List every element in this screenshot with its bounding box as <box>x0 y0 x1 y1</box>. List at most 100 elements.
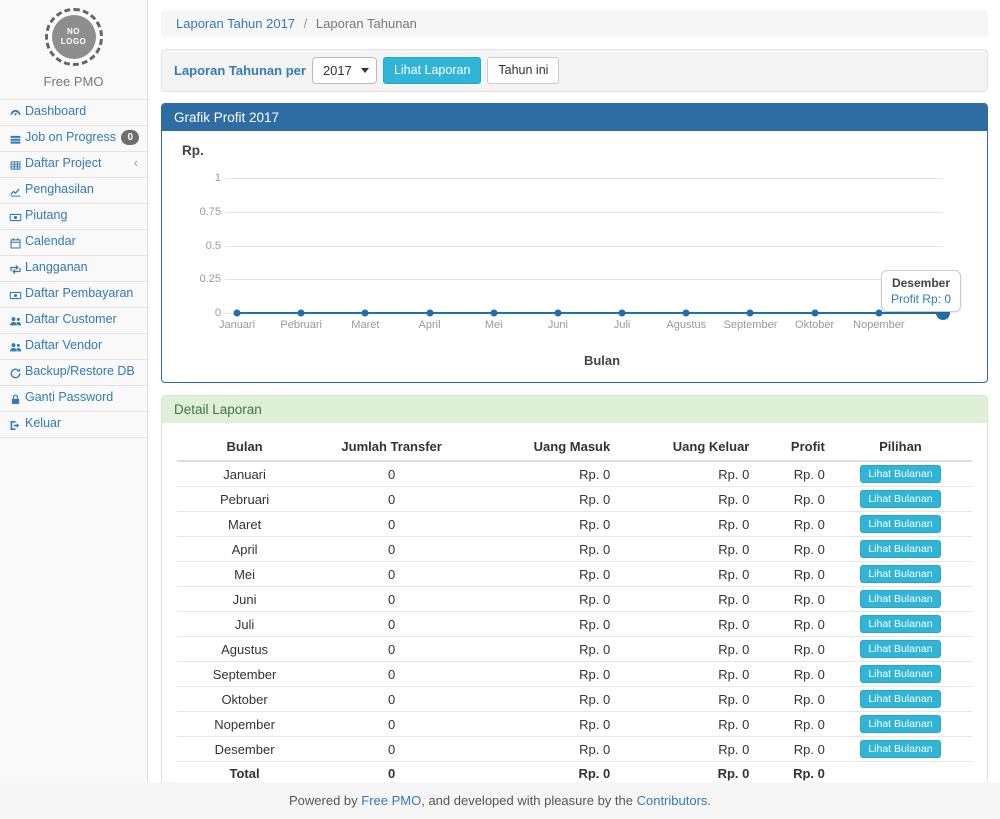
chart-panel-title: Grafik Profit 2017 <box>162 104 987 131</box>
sidebar-item-piutang[interactable]: Piutang <box>0 204 147 230</box>
tasks-icon <box>7 132 23 147</box>
logo-text-line2: LOGO <box>61 37 87 47</box>
cell-uang-masuk: Rp. 0 <box>471 737 614 762</box>
sidebar-item-keluar[interactable]: Keluar <box>0 412 147 438</box>
breadcrumb-link[interactable]: Laporan Tahun 2017 <box>176 16 295 31</box>
logo: NO LOGO Free PMO <box>0 0 147 89</box>
money-icon <box>7 210 23 225</box>
sidebar-item-label: Langganan <box>25 260 88 274</box>
lihat-bulanan-button[interactable]: Lihat Bulanan <box>860 515 940 533</box>
cell-uang-masuk: Rp. 0 <box>471 712 614 737</box>
sidebar-item-label: Job on Progress <box>25 130 116 144</box>
sidebar-item-ganti-password[interactable]: Ganti Password <box>0 386 147 412</box>
sidebar-item-langganan[interactable]: Langganan <box>0 256 147 282</box>
table-row: September0Rp. 0Rp. 0Rp. 0Lihat Bulanan <box>177 662 972 687</box>
chart-data-point-nopember <box>875 310 882 317</box>
chart-x-axis-label: Bulan <box>237 353 967 368</box>
chart-data-point-januari <box>234 310 241 317</box>
cell-jumlah-transfer: 0 <box>312 612 471 637</box>
sidebar-item-daftar-vendor[interactable]: Daftar Vendor <box>0 334 147 360</box>
chart-data-point-juli <box>619 310 626 317</box>
lock-icon <box>7 392 23 407</box>
lihat-bulanan-button[interactable]: Lihat Bulanan <box>860 590 940 608</box>
sidebar-item-dashboard[interactable]: Dashboard <box>0 100 147 126</box>
calendar-icon <box>7 236 23 251</box>
sidebar-item-penghasilan[interactable]: Penghasilan <box>0 178 147 204</box>
profit-chart: Rp. Desember Profit Rp: 0 00.250.50.751J… <box>162 131 987 382</box>
report-table: BulanJumlah TransferUang MasukUang Kelua… <box>177 433 972 786</box>
cell-uang-keluar: Rp. 0 <box>614 537 753 562</box>
cell-jumlah-transfer: 0 <box>312 662 471 687</box>
sidebar-item-label: Daftar Project <box>25 156 101 170</box>
report-header-row: BulanJumlah TransferUang MasukUang Kelua… <box>177 433 972 461</box>
cell-jumlah-transfer: 0 <box>312 637 471 662</box>
sidebar-item-daftar-customer[interactable]: Daftar Customer <box>0 308 147 334</box>
sidebar-item-backup-restore-db[interactable]: Backup/Restore DB <box>0 360 147 386</box>
column-header: Profit <box>753 433 829 461</box>
chart-xtick-label: Oktober <box>795 319 834 331</box>
cell-jumlah-transfer: 0 <box>312 587 471 612</box>
chart-xtick-label: Mei <box>485 319 503 331</box>
cell-uang-keluar: Rp. 0 <box>614 562 753 587</box>
lihat-bulanan-button[interactable]: Lihat Bulanan <box>860 740 940 758</box>
table-row: Juni0Rp. 0Rp. 0Rp. 0Lihat Bulanan <box>177 587 972 612</box>
lihat-bulanan-button[interactable]: Lihat Bulanan <box>860 565 940 583</box>
sidebar-item-daftar-project[interactable]: Daftar Project ‹ <box>0 152 147 178</box>
cell-bulan: Pebruari <box>177 487 312 512</box>
chart-gridline <box>225 246 943 247</box>
cell-profit: Rp. 0 <box>753 737 829 762</box>
lihat-bulanan-button[interactable]: Lihat Bulanan <box>860 640 940 658</box>
cell-uang-keluar: Rp. 0 <box>614 461 753 487</box>
sidebar-item-label: Backup/Restore DB <box>25 364 135 378</box>
app-logo: NO LOGO <box>45 8 103 66</box>
footer-contributors-link[interactable]: Contributors. <box>637 793 711 808</box>
cell-bulan: Mei <box>177 562 312 587</box>
cell-jumlah-transfer: 0 <box>312 562 471 587</box>
cell-profit: Rp. 0 <box>753 587 829 612</box>
lihat-bulanan-button[interactable]: Lihat Bulanan <box>860 490 940 508</box>
footer-app-link[interactable]: Free PMO <box>361 793 421 808</box>
chart-ytick-label: 0.75 <box>185 206 221 218</box>
breadcrumb: Laporan Tahun 2017 / Laporan Tahunan <box>161 10 988 37</box>
sidebar-item-job-on-progress[interactable]: Job on Progress0 <box>0 126 147 152</box>
table-row: Pebruari0Rp. 0Rp. 0Rp. 0Lihat Bulanan <box>177 487 972 512</box>
chart-y-axis-label: Rp. <box>182 143 967 158</box>
refresh-icon <box>7 366 23 381</box>
lihat-bulanan-button[interactable]: Lihat Bulanan <box>860 540 940 558</box>
cell-bulan: Agustus <box>177 637 312 662</box>
lihat-bulanan-button[interactable]: Lihat Bulanan <box>860 690 940 708</box>
sidebar-item-label: Keluar <box>25 416 61 430</box>
chevron-left-icon: ‹ <box>134 155 138 170</box>
year-select[interactable]: 2017 <box>312 57 377 84</box>
cell-uang-keluar: Rp. 0 <box>614 712 753 737</box>
chart-xtick-label: April <box>419 319 441 331</box>
chart-data-point-april <box>426 310 433 317</box>
cell-uang-keluar: Rp. 0 <box>614 687 753 712</box>
cell-uang-masuk: Rp. 0 <box>471 562 614 587</box>
lihat-laporan-button[interactable]: Lihat Laporan <box>383 57 481 84</box>
cell-profit: Rp. 0 <box>753 712 829 737</box>
tooltip-value: Profit Rp: 0 <box>891 292 951 306</box>
retweet-icon <box>7 262 23 277</box>
chart-ytick-label: 0.25 <box>185 273 221 285</box>
chart-xtick-label: Maret <box>351 319 379 331</box>
chart-xtick-label: Nopember <box>853 319 904 331</box>
sidebar-item-label: Daftar Vendor <box>25 338 102 352</box>
profit-chart-plot: Desember Profit Rp: 0 00.250.50.751Janua… <box>237 178 943 313</box>
table-row: Oktober0Rp. 0Rp. 0Rp. 0Lihat Bulanan <box>177 687 972 712</box>
sidebar-item-calendar[interactable]: Calendar <box>0 230 147 256</box>
chart-data-point-pebruari <box>298 310 305 317</box>
tahun-ini-button[interactable]: Tahun ini <box>487 57 559 84</box>
cell-uang-keluar: Rp. 0 <box>614 637 753 662</box>
column-header: Uang Masuk <box>471 433 614 461</box>
chart-xtick-label: Januari <box>219 319 255 331</box>
lihat-bulanan-button[interactable]: Lihat Bulanan <box>860 665 940 683</box>
cell-jumlah-transfer: 0 <box>312 537 471 562</box>
cell-uang-keluar: Rp. 0 <box>614 662 753 687</box>
lihat-bulanan-button[interactable]: Lihat Bulanan <box>860 615 940 633</box>
cell-profit: Rp. 0 <box>753 687 829 712</box>
chart-ytick-label: 0 <box>185 307 221 319</box>
lihat-bulanan-button[interactable]: Lihat Bulanan <box>860 715 940 733</box>
lihat-bulanan-button[interactable]: Lihat Bulanan <box>860 465 940 483</box>
sidebar-item-daftar-pembayaran[interactable]: Daftar Pembayaran <box>0 282 147 308</box>
